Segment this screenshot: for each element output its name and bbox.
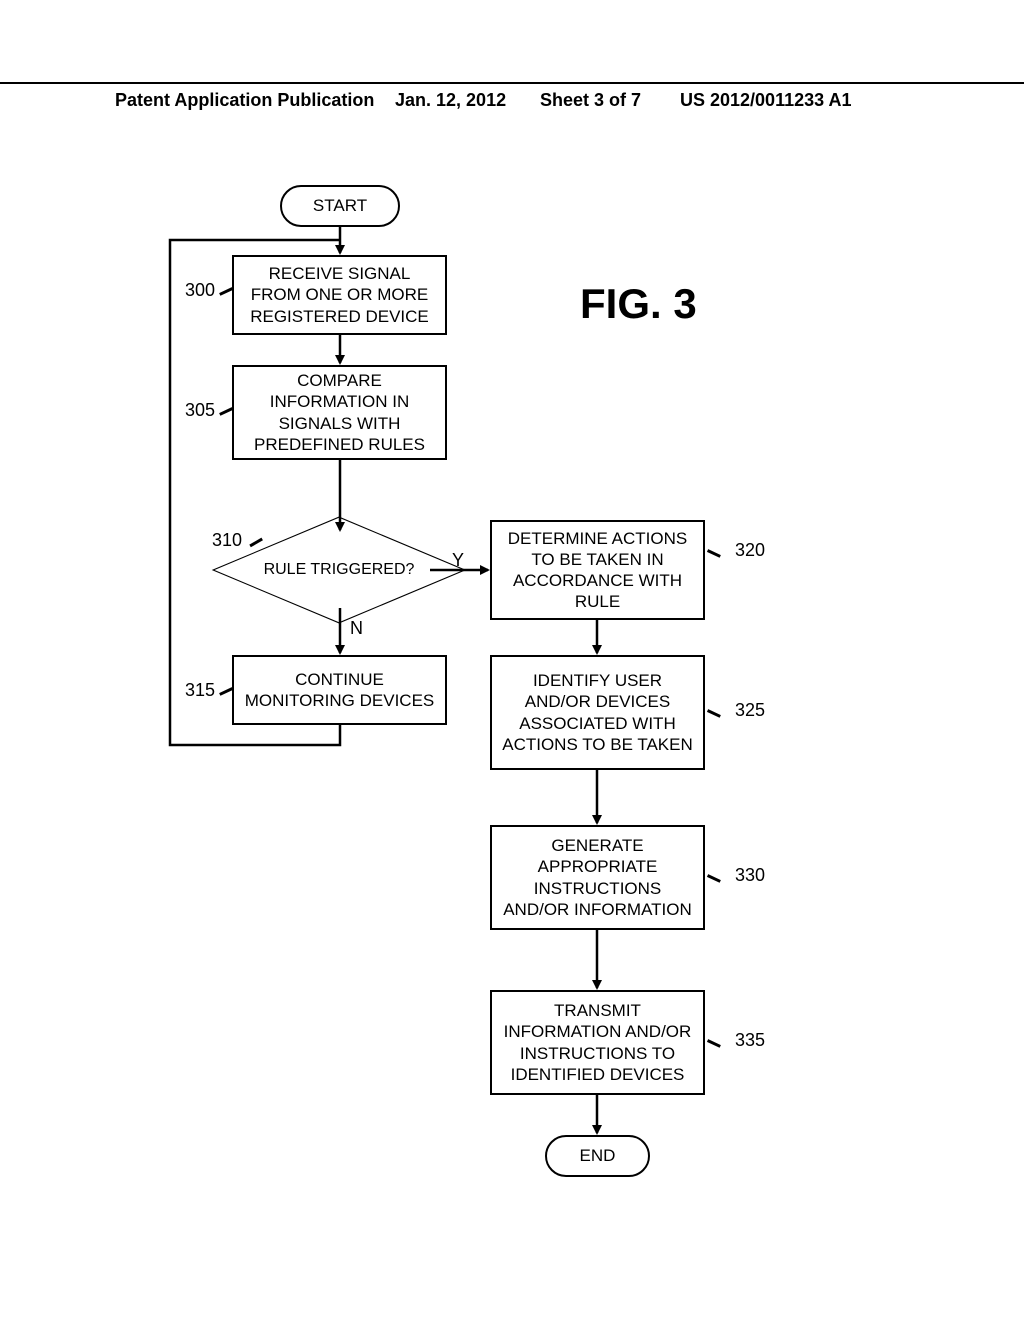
leader-315 — [219, 687, 233, 695]
step-315-label: CONTINUE MONITORING DEVICES — [242, 669, 437, 712]
step-300-label: RECEIVE SIGNAL FROM ONE OR MORE REGISTER… — [242, 263, 437, 327]
start-label: START — [313, 196, 367, 216]
end-label: END — [580, 1146, 616, 1166]
leader-305 — [219, 407, 233, 415]
branch-yes: Y — [452, 550, 464, 571]
leader-330 — [707, 874, 721, 882]
start-terminator: START — [280, 185, 400, 227]
ref-305: 305 — [185, 400, 215, 421]
decision-310: RULE TRIGGERED? — [249, 480, 429, 660]
end-terminator: END — [545, 1135, 650, 1177]
leader-300 — [219, 287, 233, 295]
ref-320: 320 — [735, 540, 765, 561]
ref-310: 310 — [212, 530, 242, 551]
step-335-label: TRANSMIT INFORMATION AND/OR INSTRUCTIONS… — [500, 1000, 695, 1085]
step-330-label: GENERATE APPROPRIATE INSTRUCTIONS AND/OR… — [500, 835, 695, 920]
step-305-label: COMPARE INFORMATION IN SIGNALS WITH PRED… — [242, 370, 437, 455]
ref-325: 325 — [735, 700, 765, 721]
step-315: CONTINUE MONITORING DEVICES — [232, 655, 447, 725]
leader-335 — [707, 1039, 721, 1047]
leader-325 — [707, 709, 721, 717]
branch-no: N — [350, 618, 363, 639]
ref-315: 315 — [185, 680, 215, 701]
ref-335: 335 — [735, 1030, 765, 1051]
leader-320 — [707, 549, 721, 557]
step-325: IDENTIFY USER AND/OR DEVICES ASSOCIATED … — [490, 655, 705, 770]
step-305: COMPARE INFORMATION IN SIGNALS WITH PRED… — [232, 365, 447, 460]
step-320-label: DETERMINE ACTIONS TO BE TAKEN IN ACCORDA… — [500, 528, 695, 613]
step-330: GENERATE APPROPRIATE INSTRUCTIONS AND/OR… — [490, 825, 705, 930]
ref-300: 300 — [185, 280, 215, 301]
step-335: TRANSMIT INFORMATION AND/OR INSTRUCTIONS… — [490, 990, 705, 1095]
step-325-label: IDENTIFY USER AND/OR DEVICES ASSOCIATED … — [500, 670, 695, 755]
header-date: Jan. 12, 2012 — [395, 90, 506, 111]
header-sheet: Sheet 3 of 7 — [540, 90, 641, 111]
patent-header: Patent Application Publication Jan. 12, … — [0, 82, 1024, 90]
figure-label: FIG. 3 — [580, 280, 697, 328]
ref-330: 330 — [735, 865, 765, 886]
decision-310-label: RULE TRIGGERED? — [264, 561, 415, 579]
header-pubno: US 2012/0011233 A1 — [680, 90, 851, 111]
step-320: DETERMINE ACTIONS TO BE TAKEN IN ACCORDA… — [490, 520, 705, 620]
step-300: RECEIVE SIGNAL FROM ONE OR MORE REGISTER… — [232, 255, 447, 335]
header-left: Patent Application Publication — [115, 90, 374, 111]
